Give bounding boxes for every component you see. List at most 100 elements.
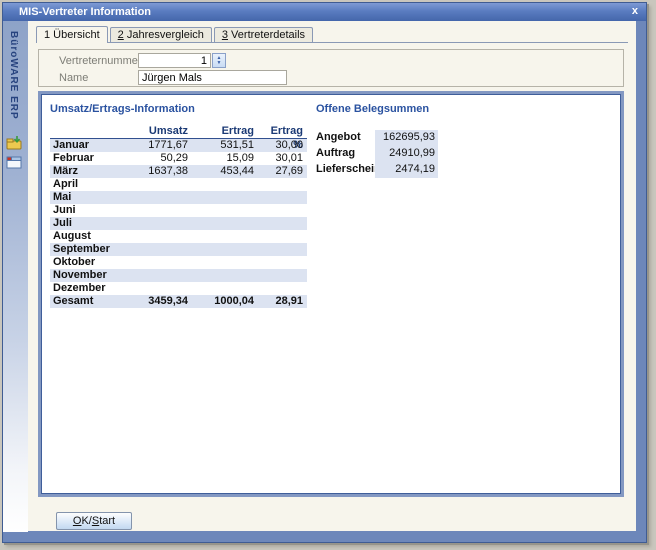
close-icon[interactable]: x — [632, 3, 638, 20]
beleg-section: Offene Belegsummen Angebot 162695,93 Auf… — [316, 103, 488, 178]
ertrag-cell — [192, 269, 258, 282]
month-cell: Januar — [50, 139, 126, 152]
ertrag-cell — [192, 230, 258, 243]
brand-logo: BüroWARE ERP — [8, 31, 19, 120]
ertrag-pct-cell — [258, 269, 307, 282]
month-cell: Dezember — [50, 282, 126, 295]
ertrag-cell — [192, 256, 258, 269]
list-item: Lieferschein 2474,19 — [316, 162, 488, 178]
ertrag-pct-cell: 30,00 — [258, 139, 307, 152]
name-row: Name — [39, 70, 623, 86]
name-label: Name — [59, 72, 88, 84]
window-title: MIS-Vertreter Information — [19, 6, 151, 18]
ertrag-cell: 15,09 — [192, 152, 258, 165]
ertrag-pct-cell — [258, 282, 307, 295]
ertrag-pct-cell — [258, 204, 307, 217]
titlebar[interactable]: MIS-Vertreter Information x — [3, 3, 646, 21]
umsatz-section: Umsatz/Ertrags-Information Umsatz Ertrag… — [50, 103, 307, 308]
month-cell: Mai — [50, 191, 126, 204]
table-row: November — [50, 269, 307, 282]
umsatz-cell — [126, 256, 192, 269]
ertrag-cell — [192, 204, 258, 217]
umsatz-table-body: Januar 1771,67 531,51 30,00 Februar 50,2… — [50, 139, 307, 308]
beleg-label: Auftrag — [316, 146, 375, 162]
mis-vertreter-window: MIS-Vertreter Information x BüroWARE ERP — [2, 2, 647, 543]
ertrag-pct-cell — [258, 243, 307, 256]
table-row: August — [50, 230, 307, 243]
vertreternummer-label: Vertreternummer — [59, 55, 142, 67]
month-cell: Oktober — [50, 256, 126, 269]
ok-start-button[interactable]: OK/Start — [56, 512, 132, 530]
table-row: April — [50, 178, 307, 191]
month-cell: März — [50, 165, 126, 178]
folder-import-icon[interactable] — [6, 135, 24, 152]
umsatz-cell — [126, 282, 192, 295]
month-cell: Gesamt — [50, 295, 126, 308]
list-item: Angebot 162695,93 — [316, 130, 488, 146]
beleg-section-title: Offene Belegsummen — [316, 103, 488, 115]
month-cell: Juli — [50, 217, 126, 230]
umsatz-cell: 1771,67 — [126, 139, 192, 152]
umsatz-cell: 3459,34 — [126, 295, 192, 308]
table-row: Mai — [50, 191, 307, 204]
spinner-button[interactable]: ▲ ▼ — [212, 53, 226, 68]
table-row: Dezember — [50, 282, 307, 295]
ertrag-cell: 1000,04 — [192, 295, 258, 308]
ertrag-pct-cell — [258, 178, 307, 191]
beleg-value: 2474,19 — [375, 162, 438, 178]
ertrag-pct-cell: 27,69 — [258, 165, 307, 178]
table-row: Januar 1771,67 531,51 30,00 — [50, 139, 307, 152]
sidebar: BüroWARE ERP — [3, 21, 28, 532]
table-row: Juni — [50, 204, 307, 217]
tab-uebersicht[interactable]: 1 Übersicht — [36, 26, 108, 43]
table-row: März 1637,38 453,44 27,69 — [50, 165, 307, 178]
list-item: Auftrag 24910,99 — [316, 146, 488, 162]
umsatz-cell — [126, 191, 192, 204]
month-cell: September — [50, 243, 126, 256]
beleg-list: Angebot 162695,93 Auftrag 24910,99 Liefe… — [316, 130, 488, 178]
folder-import-glyph — [6, 135, 24, 152]
report-panel-frame: Umsatz/Ertrags-Information Umsatz Ertrag… — [38, 91, 624, 497]
ertrag-cell: 453,44 — [192, 165, 258, 178]
month-cell: November — [50, 269, 126, 282]
table-row: Juli — [50, 217, 307, 230]
umsatz-cell: 50,29 — [126, 152, 192, 165]
window-icon[interactable] — [6, 155, 24, 172]
ok-button-text: tart — [99, 515, 115, 527]
umsatz-cell — [126, 230, 192, 243]
ertrag-cell — [192, 243, 258, 256]
beleg-label: Lieferschein — [316, 162, 375, 178]
umsatz-cell — [126, 217, 192, 230]
umsatz-section-title: Umsatz/Ertrags-Information — [50, 103, 307, 115]
name-input[interactable] — [138, 70, 287, 85]
ertrag-pct-cell — [258, 217, 307, 230]
tab-page: 1 Übersicht 2 Jahresvergleich 3 Vertrete… — [28, 21, 636, 531]
vertreternummer-input[interactable] — [138, 53, 211, 68]
vertreter-form: Vertreternummer ▲ ▼ Name — [38, 49, 624, 87]
table-row: Februar 50,29 15,09 30,01 — [50, 152, 307, 165]
ertrag-cell — [192, 282, 258, 295]
month-cell: April — [50, 178, 126, 191]
umsatz-cell — [126, 243, 192, 256]
ertrag-pct-cell — [258, 191, 307, 204]
tab-vertreterdetails[interactable]: 3 Vertreterdetails — [214, 27, 313, 42]
beleg-value: 162695,93 — [375, 130, 438, 146]
month-cell: Juni — [50, 204, 126, 217]
tab-label: Vertreterdetails — [228, 29, 305, 41]
umsatz-cell — [126, 178, 192, 191]
ertrag-cell — [192, 191, 258, 204]
umsatz-cell — [126, 204, 192, 217]
table-row: Oktober — [50, 256, 307, 269]
umsatz-cell — [126, 269, 192, 282]
ertrag-pct-cell: 28,91 — [258, 295, 307, 308]
tab-label: Übersicht — [50, 29, 100, 41]
tab-label: Jahresvergleich — [124, 29, 204, 41]
vertreternummer-row: Vertreternummer ▲ ▼ — [39, 53, 623, 69]
umsatz-table: Umsatz Ertrag Ertrag % Januar 1771,67 53… — [50, 124, 307, 308]
tab-jahresvergleich[interactable]: 2 Jahresvergleich — [110, 27, 212, 42]
umsatz-cell: 1637,38 — [126, 165, 192, 178]
report-panel: Umsatz/Ertrags-Information Umsatz Ertrag… — [41, 94, 621, 494]
spinner-down-icon[interactable]: ▼ — [213, 61, 225, 66]
umsatz-table-header: Umsatz Ertrag Ertrag % — [50, 124, 307, 139]
ertrag-pct-cell — [258, 256, 307, 269]
